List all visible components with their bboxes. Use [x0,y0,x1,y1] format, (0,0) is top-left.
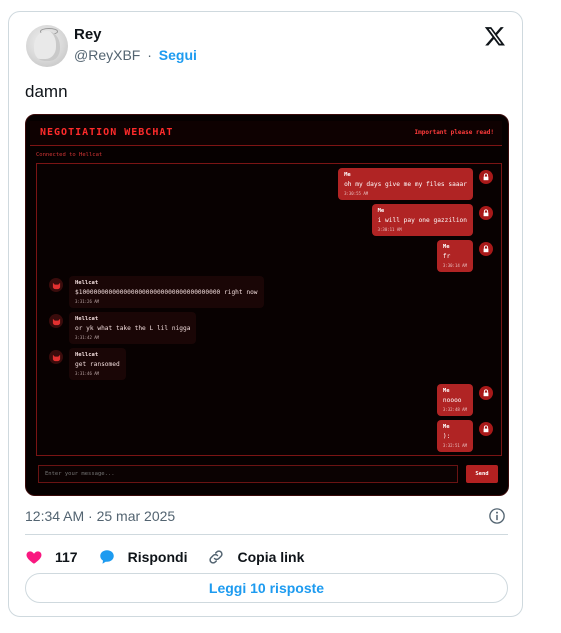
message-time: 3:30:11 AM [377,227,402,232]
info-icon[interactable] [488,507,506,525]
message-input[interactable] [38,465,458,483]
message-text: ): [442,433,451,440]
chat-message: Hellcat $1000000000000000000000000000000… [49,276,264,308]
avatar[interactable] [26,25,68,67]
message-time: 3:30:55 AM [344,191,369,196]
send-button[interactable]: Send [466,465,498,483]
tweet-media-webchat[interactable]: NEGOTIATION WEBCHAT Important please rea… [25,114,509,496]
message-time: 3:31:46 AM [75,371,100,376]
webchat-important-link[interactable]: Important please read! [415,129,494,136]
follow-button[interactable]: Segui [159,47,197,63]
author-handle-row: @ReyXBF · Segui [74,47,197,63]
avatar-figure [34,31,60,61]
reply-label: Rispondi [127,549,188,565]
lock-icon [479,242,493,256]
read-replies-button[interactable]: Leggi 10 risposte [25,573,508,603]
message-text: $10000000000000000000000000000000000000 … [75,289,258,296]
likes-count: 117 [55,549,78,565]
lock-icon [479,386,493,400]
chat-message: Hellcat get ransomed 3:31:46 AM [49,348,126,380]
chat-message: Me i will pay one gazzilion 3:30:11 AM [371,204,493,236]
message-sender: Hellcat [75,280,99,286]
webchat-status: Connected to Hellcat [36,152,103,158]
cat-icon [49,278,63,292]
message-text: or yk what take the L lil nigga [75,325,191,332]
message-time: 3:32:48 AM [442,407,467,412]
lock-icon [479,422,493,436]
lock-icon [479,206,493,220]
chat-message: Me oh my days give me my files saaar 3:3… [338,168,493,200]
message-sender: Me [442,244,450,250]
message-bubble: Hellcat get ransomed 3:31:46 AM [69,348,126,380]
handle-separator: · [147,47,152,63]
message-bubble: Me ): 3:32:51 AM [436,420,473,452]
lock-icon [479,170,493,184]
message-bubble: Me oh my days give me my files saaar 3:3… [338,168,473,200]
author-name[interactable]: Rey [74,26,102,43]
message-time: 3:30:14 AM [442,263,467,268]
reply-bubble-icon [99,550,114,564]
message-bubble: Hellcat $1000000000000000000000000000000… [69,276,264,308]
copy-link-button[interactable]: Copia link [207,548,304,566]
webchat-title: NEGOTIATION WEBCHAT [40,127,174,138]
reply-button[interactable]: Rispondi [98,548,188,566]
message-time: 3:31:42 AM [75,335,100,340]
webchat-header: NEGOTIATION WEBCHAT Important please rea… [30,121,502,146]
x-logo-icon[interactable] [484,25,506,47]
copy-link-label: Copia link [237,549,305,565]
message-sender: Me [442,424,450,430]
message-bubble: Me noooo 3:32:48 AM [436,384,473,416]
chat-message: Me ): 3:32:51 AM [436,420,493,452]
cat-icon [49,350,63,364]
message-bubble: Hellcat or yk what take the L lil nigga … [69,312,197,344]
like-button[interactable]: 117 [25,548,78,566]
author-handle[interactable]: @ReyXBF [74,47,140,63]
cat-icon [49,314,63,328]
link-icon [209,550,224,564]
message-text: get ransomed [75,361,120,368]
message-sender: Hellcat [75,316,99,322]
tweet-actions: 117 Rispondi Copia link [25,544,324,570]
webchat-messages: Me oh my days give me my files saaar 3:3… [36,163,502,456]
message-sender: Me [344,172,351,178]
tweet-timestamp[interactable]: 12:34 AM · 25 mar 2025 [25,508,175,524]
message-sender: Me [377,208,385,214]
webchat-input-row: Send [36,465,500,483]
message-text: noooo [442,397,462,404]
divider [25,534,508,535]
message-text: oh my days give me my files saaar [344,181,467,188]
message-sender: Hellcat [75,352,99,358]
message-sender: Me [442,388,450,394]
message-time: 3:32:51 AM [442,443,467,448]
message-text: i will pay one gazzilion [377,217,467,224]
message-bubble: Me i will pay one gazzilion 3:30:11 AM [371,204,473,236]
message-bubble: Me fr 3:30:14 AM [436,240,473,272]
message-text: fr [442,253,451,260]
chat-message: Me fr 3:30:14 AM [436,240,493,272]
chat-message: Me noooo 3:32:48 AM [436,384,493,416]
heart-icon [26,551,42,564]
tweet-text: damn [25,82,68,101]
tweet-card: Rey @ReyXBF · Segui damn NEGOTIATION WEB… [8,11,523,617]
chat-message: Hellcat or yk what take the L lil nigga … [49,312,197,344]
message-time: 3:31:26 AM [75,299,100,304]
